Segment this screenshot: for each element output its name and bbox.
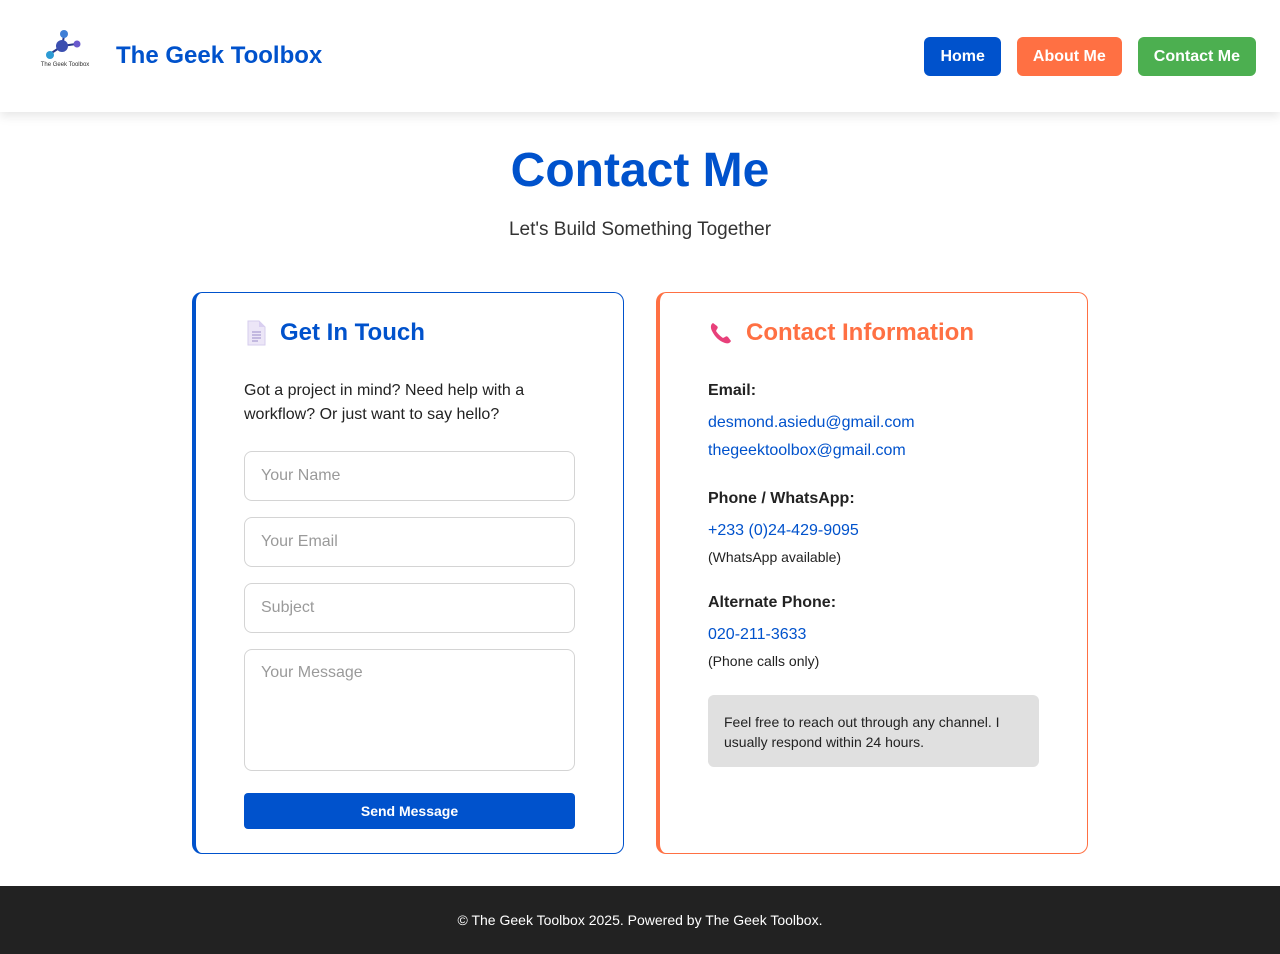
phone-icon xyxy=(710,323,731,344)
email-link-1[interactable]: desmond.asiedu@gmail.com xyxy=(708,414,915,432)
message-textarea[interactable] xyxy=(244,649,575,771)
main-nav: Home About Me Contact Me xyxy=(924,37,1256,76)
info-card-header: Contact Information xyxy=(708,319,974,347)
contact-form-card: Get In Touch Got a project in mind? Need… xyxy=(192,292,624,854)
response-note: Feel free to reach out through any chann… xyxy=(708,695,1039,767)
phone-link[interactable]: +233 (0)24-429-9095 xyxy=(708,522,859,540)
nav-about-button[interactable]: About Me xyxy=(1016,37,1122,76)
brand-name[interactable]: The Geek Toolbox xyxy=(116,42,322,70)
page-subtitle: Let's Build Something Together xyxy=(508,219,772,240)
form-card-title: Get In Touch xyxy=(280,319,425,346)
phone-label: Phone / WhatsApp: xyxy=(708,490,855,507)
phone-note: (WhatsApp available) xyxy=(708,549,842,565)
form-card-header: Get In Touch xyxy=(244,319,425,347)
molecule-logo-icon xyxy=(46,30,81,59)
site-header: The Geek Toolbox The Geek Toolbox Home A… xyxy=(0,0,1280,112)
nav-contact-button[interactable]: Contact Me xyxy=(1137,37,1256,76)
alt-phone-note: (Phone calls only) xyxy=(708,653,820,669)
subject-input[interactable] xyxy=(244,583,575,633)
email-link-2[interactable]: thegeektoolbox@gmail.com xyxy=(708,442,906,460)
form-intro-text: Got a project in mind? Need help with a … xyxy=(244,382,525,423)
email-input[interactable] xyxy=(244,517,575,567)
alt-phone-label: Alternate Phone: xyxy=(708,594,837,611)
nav-home-button[interactable]: Home xyxy=(924,37,1001,76)
document-icon xyxy=(247,320,266,346)
logo-caption: The Geek Toolbox xyxy=(40,62,90,68)
name-input[interactable] xyxy=(244,451,575,501)
site-logo[interactable]: The Geek Toolbox xyxy=(38,28,92,72)
footer-text: © The Geek Toolbox 2025. Powered by The … xyxy=(457,912,823,928)
alt-phone-link[interactable]: 020-211-3633 xyxy=(708,626,806,644)
contact-info-card: Contact Information Email: desmond.asied… xyxy=(656,292,1088,854)
site-footer: © The Geek Toolbox 2025. Powered by The … xyxy=(0,886,1280,954)
info-card-title: Contact Information xyxy=(746,319,974,346)
page-title: Contact Me xyxy=(510,144,770,197)
send-message-button[interactable]: Send Message xyxy=(244,793,575,829)
email-label: Email: xyxy=(708,382,757,399)
